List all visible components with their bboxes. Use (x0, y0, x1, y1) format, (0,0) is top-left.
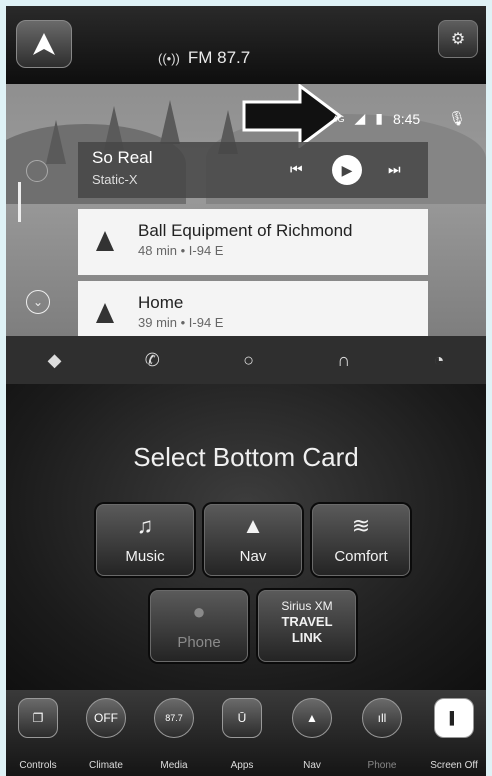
dock-phone[interactable]: ıll Phone (352, 698, 412, 771)
nav-destination-card[interactable]: Home 39 min • I-94 E (78, 281, 428, 336)
directions-icon[interactable]: ◆ (48, 350, 62, 371)
nav-arrow-icon (33, 33, 55, 55)
nav-card-button[interactable]: ▲ Nav (204, 504, 302, 576)
sirius-line-1: Sirius XM (281, 599, 333, 613)
comfort-card-button[interactable]: ≋ Comfort (312, 504, 410, 576)
dock-label: Media (160, 760, 188, 771)
tile-label: Comfort (334, 548, 388, 565)
settings-button[interactable]: ⚙ (438, 20, 478, 58)
sirius-travel-link-button[interactable]: Sirius XM TRAVEL LINK (258, 590, 356, 662)
dock-label: Controls (19, 760, 57, 771)
android-auto-screen: 4G ◢ ▮ 8:45 🎙 ⌄ So Real Static-X ⏮ ▶ ⏭ B… (6, 84, 486, 336)
destination-name: Home (138, 293, 184, 312)
phone-card-button[interactable]: ● Phone (150, 590, 248, 662)
sirius-label: Sirius XM TRAVEL LINK (259, 599, 355, 646)
radio-station[interactable]: ((•)) FM 87.7 (158, 48, 250, 68)
dock-label: Phone (367, 760, 397, 771)
screen-off-icon: ▌ (434, 698, 474, 738)
play-icon: ▶ (341, 161, 353, 178)
scroll-up-icon[interactable] (26, 160, 48, 182)
nav-arrow-icon: ▲ (292, 698, 332, 738)
home-circle-icon[interactable]: ○ (243, 350, 254, 371)
seat-climate-icon: ≋ (351, 513, 371, 538)
antenna-icon: ((•)) (158, 50, 180, 66)
tile-label: Phone (177, 634, 221, 651)
top-bar: ((•)) FM 87.7 ⚙ (6, 6, 486, 84)
dock-nav[interactable]: ▲ Nav (282, 698, 342, 771)
headphones-icon[interactable]: ∩ (337, 350, 350, 371)
play-button[interactable]: ▶ (332, 155, 362, 185)
bottom-dock: ❐ Controls OFF Climate 87.7 Media Ū Apps… (6, 690, 486, 776)
chevron-down-icon: ⌄ (32, 295, 44, 309)
phone-icon[interactable]: ✆ (145, 350, 160, 371)
network-type: 4G (332, 113, 345, 124)
gear-icon: ⚙ (450, 31, 466, 48)
android-auto-home-button[interactable] (16, 20, 72, 68)
phone-signal-icon: ıll (362, 698, 402, 738)
dock-screen-off[interactable]: ▌ Screen Off (424, 698, 484, 771)
page-frame: ((•)) FM 87.7 ⚙ 4G ◢ ▮ 8:45 🎙 ⌄ So Real … (6, 0, 486, 776)
track-artist: Static-X (92, 172, 138, 187)
select-bottom-card-panel: Select Bottom Card ♫ Music ▲ Nav ≋ Comfo… (6, 384, 486, 690)
battery-icon: ▮ (375, 110, 383, 126)
background-tree (160, 100, 180, 144)
person-icon: ● (192, 599, 206, 624)
android-auto-nav-bar: ◆ ✆ ○ ∩ ◔ (6, 336, 486, 384)
media-badge: 87.7 (165, 713, 183, 723)
navigation-icon (96, 231, 114, 251)
nav-arrow-icon: ▲ (242, 513, 264, 538)
signal-icon: ◢ (354, 110, 366, 126)
next-track-icon[interactable]: ⏭ (388, 161, 401, 178)
media-icon: 87.7 (154, 698, 194, 738)
dock-apps[interactable]: Ū Apps (212, 698, 272, 771)
sirius-line-3: LINK (291, 630, 323, 645)
scroll-indicator[interactable] (18, 182, 21, 222)
dock-label: Apps (230, 760, 254, 771)
microphone-icon[interactable]: 🎙 (448, 110, 466, 127)
head-unit-screen: ((•)) FM 87.7 ⚙ 4G ◢ ▮ 8:45 🎙 ⌄ So Real … (6, 6, 486, 776)
dock-label: Nav (303, 760, 321, 771)
dock-label: Screen Off (430, 760, 478, 771)
destination-eta: 39 min • I-94 E (138, 315, 224, 330)
dock-controls[interactable]: ❐ Controls (8, 698, 68, 771)
music-card[interactable]: So Real Static-X ⏮ ▶ ⏭ (78, 142, 428, 198)
navigation-icon (96, 303, 114, 323)
background-tree (46, 120, 66, 164)
clock: 8:45 (392, 110, 421, 127)
climate-badge: OFF (94, 711, 118, 725)
music-card-button[interactable]: ♫ Music (96, 504, 194, 576)
track-title: So Real (92, 148, 153, 167)
recents-icon[interactable]: ◔ (433, 350, 444, 371)
dock-climate[interactable]: OFF Climate (76, 698, 136, 771)
apps-icon: Ū (222, 698, 262, 738)
pointer-arrow-icon (242, 84, 342, 148)
climate-off-icon: OFF (86, 698, 126, 738)
destination-name: Ball Equipment of Richmond (138, 221, 353, 240)
controls-icon: ❐ (18, 698, 58, 738)
radio-station-label: FM 87.7 (187, 48, 251, 67)
previous-track-icon[interactable]: ⏮ (290, 161, 303, 178)
nav-destination-card[interactable]: Ball Equipment of Richmond 48 min • I-94… (78, 209, 428, 275)
scroll-down-button[interactable]: ⌄ (26, 290, 50, 314)
destination-eta: 48 min • I-94 E (138, 243, 224, 258)
panel-title: Select Bottom Card (133, 442, 359, 472)
dock-label: Climate (89, 760, 123, 771)
music-note-icon: ♫ (136, 513, 154, 538)
dock-media[interactable]: 87.7 Media (144, 698, 204, 771)
tile-label: Nav (239, 548, 267, 565)
sirius-line-2: TRAVEL (281, 614, 333, 629)
status-bar: 4G ◢ ▮ 8:45 🎙 (332, 110, 466, 127)
tile-label: Music (125, 548, 165, 565)
